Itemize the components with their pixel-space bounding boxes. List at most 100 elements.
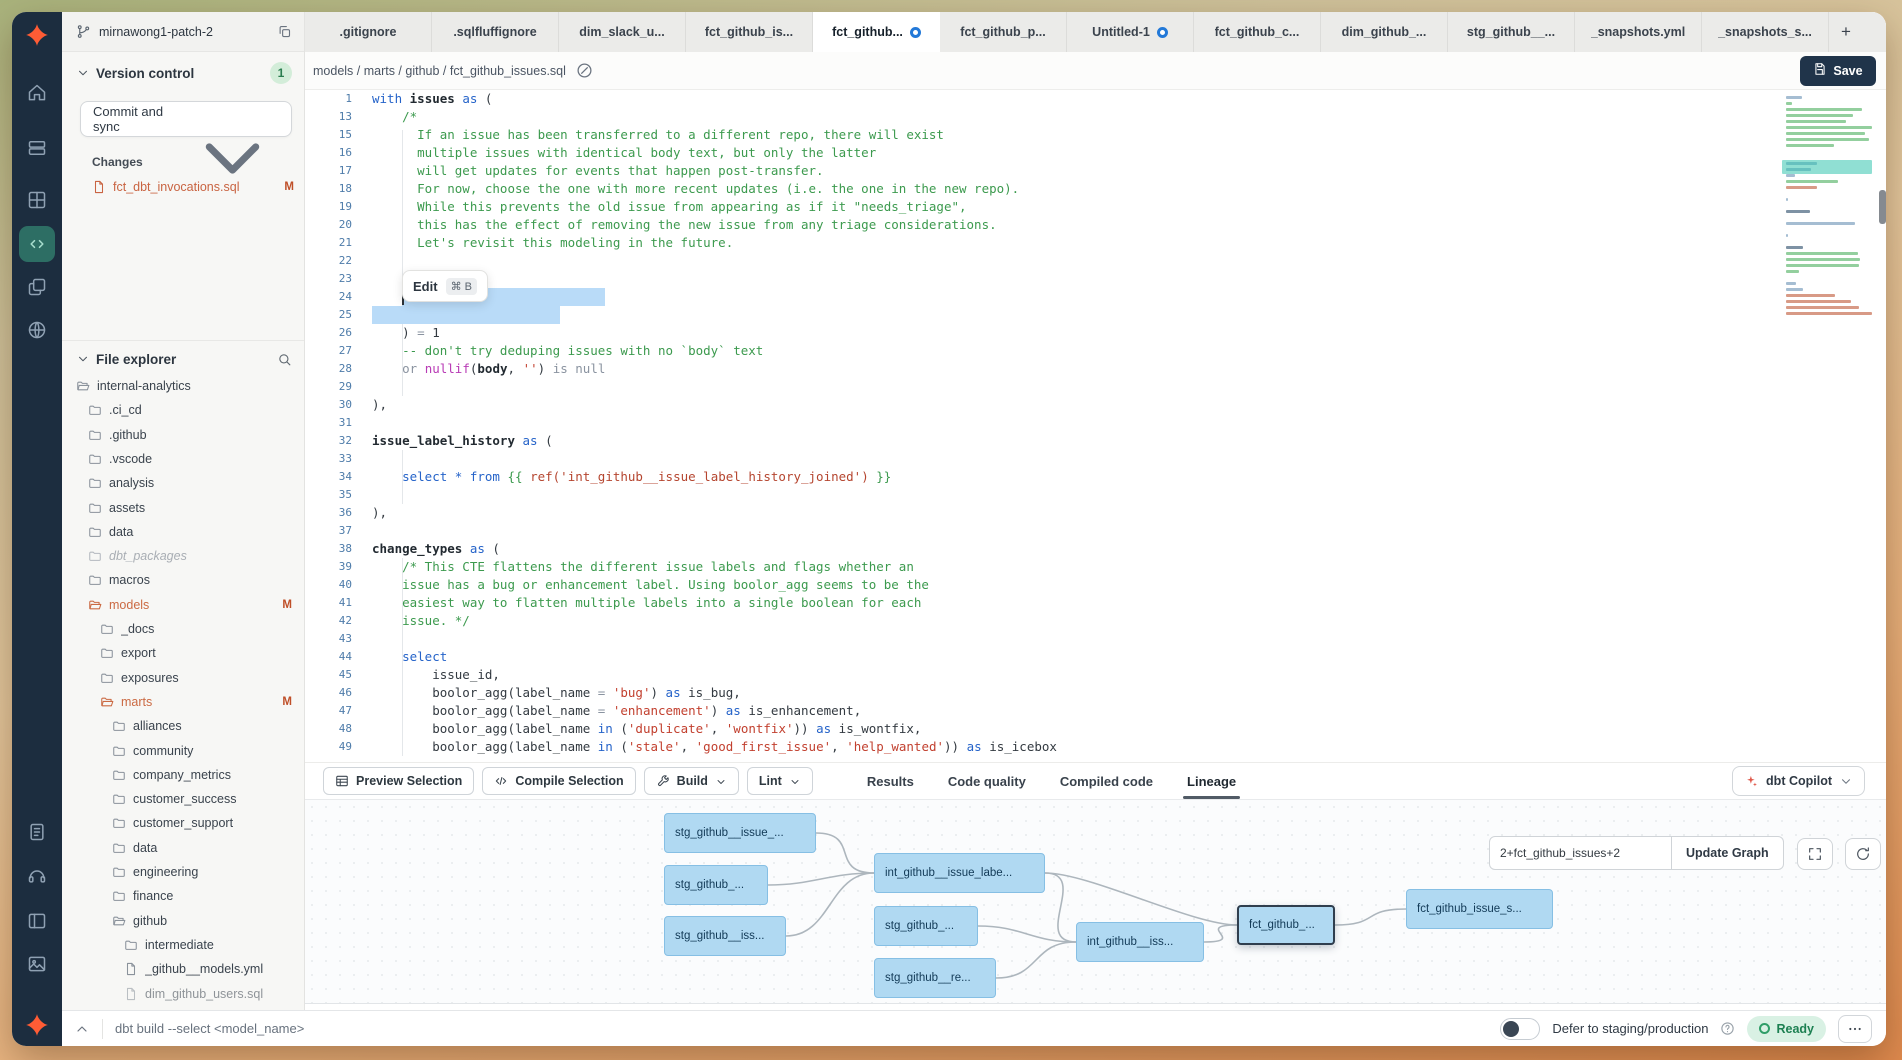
code-line-30[interactable]: 30), [305,396,1886,414]
tree-item-github[interactable]: github [62,909,304,933]
tree-item-.github[interactable]: .github [62,423,304,447]
lineage-node-stg_github_...[interactable]: stg_github_... [874,906,978,946]
tree-item-intermediate[interactable]: intermediate [62,933,304,957]
tab-fct_github_is...[interactable]: fct_github_is... [686,12,813,52]
code-line-21[interactable]: 21 Let's revisit this modeling in the fu… [305,234,1886,252]
tree-item-finance[interactable]: finance [62,884,304,908]
code-line-13[interactable]: 13 /* [305,108,1886,126]
image-icon[interactable] [27,954,47,974]
edit-tooltip[interactable]: Edit ⌘ B [402,270,488,302]
code-line-48[interactable]: 48 boolor_agg(label_name in ('duplicate'… [305,720,1886,738]
new-tab-button[interactable]: + [1829,12,1863,52]
tab-.sqlfluffignore[interactable]: .sqlfluffignore [432,12,559,52]
lineage-canvas[interactable]: Update Graph stg_github__issue_...stg_gi… [305,800,1886,1004]
commit-and-sync-button[interactable]: Commit and sync [80,101,292,137]
home-icon[interactable] [27,83,47,103]
tab-Untitled-1[interactable]: Untitled-1 [1067,12,1194,52]
panel-icon[interactable] [27,911,47,931]
code-line-36[interactable]: 36), [305,504,1886,522]
code-line-32[interactable]: 32issue_label_history as ( [305,432,1886,450]
code-editor-icon[interactable] [19,226,55,262]
dbt-copilot-button[interactable]: dbt Copilot [1732,766,1865,796]
branch-selector[interactable]: mirnawong1-patch-2 [62,12,304,52]
code-line-18[interactable]: 18 For now, choose the one with more rec… [305,180,1886,198]
defer-toggle[interactable] [1500,1018,1540,1040]
tree-item-.ci_cd[interactable]: .ci_cd [62,398,304,422]
preview-selection-button[interactable]: Preview Selection [323,767,474,795]
lineage-node-stg_github__iss...[interactable]: stg_github__iss... [664,916,786,956]
fullscreen-button[interactable] [1797,838,1833,870]
code-line-40[interactable]: 40 issue has a bug or enhancement label.… [305,576,1886,594]
more-options-button[interactable] [1838,1015,1872,1043]
code-line-22[interactable]: 22 [305,252,1886,270]
windows-icon[interactable] [27,277,47,297]
tree-item-exposures[interactable]: exposures [62,666,304,690]
archive-icon[interactable] [27,138,47,158]
save-button[interactable]: Save [1800,56,1876,86]
build-button[interactable]: Build [644,767,739,795]
compile-selection-button[interactable]: Compile Selection [482,767,635,795]
code-line-19[interactable]: 19 While this prevents the old issue fro… [305,198,1886,216]
code-line-41[interactable]: 41 easiest way to flatten multiple label… [305,594,1886,612]
tree-item-engineering[interactable]: engineering [62,860,304,884]
headset-icon[interactable] [27,866,47,886]
tab-fct_github_p...[interactable]: fct_github_p... [940,12,1067,52]
dbt-logo-icon[interactable] [24,22,50,48]
code-line-43[interactable]: 43 [305,630,1886,648]
globe-icon[interactable] [27,320,47,340]
lineage-node-stg_github__re...[interactable]: stg_github__re... [874,958,996,998]
code-line-45[interactable]: 45 issue_id, [305,666,1886,684]
lint-button[interactable]: Lint [747,767,813,795]
tab-dim_github_...[interactable]: dim_github_... [1321,12,1448,52]
tree-item-alliances[interactable]: alliances [62,714,304,738]
tree-item-data[interactable]: data [62,836,304,860]
tree-item-.vscode[interactable]: .vscode [62,447,304,471]
code-line-39[interactable]: 39 /* This CTE flattens the different is… [305,558,1886,576]
code-line-46[interactable]: 46 boolor_agg(label_name = 'bug') as is_… [305,684,1886,702]
code-line-49[interactable]: 49 boolor_agg(label_name in ('stale', 'g… [305,738,1886,756]
tree-item-customer_support[interactable]: customer_support [62,811,304,835]
code-line-26[interactable]: 26 ) = 1 [305,324,1886,342]
tab-.gitignore[interactable]: .gitignore [305,12,432,52]
tab-_snapshots_s...[interactable]: _snapshots_s... [1702,12,1829,52]
tree-item-internal-analytics[interactable]: internal-analytics [62,374,304,398]
tree-item-_docs[interactable]: _docs [62,617,304,641]
dbt-logo-small-icon[interactable] [24,1012,50,1038]
code-line-27[interactable]: 27 -- don't try deduping issues with no … [305,342,1886,360]
code-line-42[interactable]: 42 issue. */ [305,612,1886,630]
command-input[interactable]: dbt build --select <model_name> [115,1021,304,1036]
tab-compiled-code[interactable]: Compiled code [1060,763,1153,799]
code-line-1[interactable]: 1with issues as ( [305,90,1886,108]
tree-item-data[interactable]: data [62,520,304,544]
code-line-16[interactable]: 16 multiple issues with identical body t… [305,144,1886,162]
code-line-24[interactable]: 24 qualify row_number() over ( [305,288,1886,306]
tree-item-company_metrics[interactable]: company_metrics [62,763,304,787]
code-line-17[interactable]: 17 will get updates for events that happ… [305,162,1886,180]
code-line-29[interactable]: 29 [305,378,1886,396]
expand-command-bar-icon[interactable] [74,1021,90,1037]
grid-icon[interactable] [27,190,47,210]
lineage-node-stg_github_...[interactable]: stg_github_... [664,865,768,905]
code-line-31[interactable]: 31 [305,414,1886,432]
code-line-44[interactable]: 44 select [305,648,1886,666]
tab-lineage[interactable]: Lineage [1187,763,1236,799]
lineage-node-int_github__issue_labe...[interactable]: int_github__issue_labe... [874,853,1045,893]
version-control-header[interactable]: Version control 1 [76,60,292,86]
changed-file-row[interactable]: fct_dbt_invocations.sql M [92,176,294,198]
lineage-node-stg_github__issue_...[interactable]: stg_github__issue_... [664,813,816,853]
search-icon[interactable] [277,352,292,367]
copy-icon[interactable] [277,24,292,39]
view-docs-icon[interactable] [576,62,593,79]
tab-dim_slack_u...[interactable]: dim_slack_u... [559,12,686,52]
tab-fct_github...[interactable]: fct_github... [813,12,940,52]
code-line-38[interactable]: 38change_types as ( [305,540,1886,558]
tree-item-analysis[interactable]: analysis [62,471,304,495]
tree-item-community[interactable]: community [62,739,304,763]
code-line-20[interactable]: 20 this has the effect of removing the n… [305,216,1886,234]
tree-item-export[interactable]: export [62,641,304,665]
tab-code-quality[interactable]: Code quality [948,763,1026,799]
code-line-35[interactable]: 35 [305,486,1886,504]
code-line-15[interactable]: 15 If an issue has been transferred to a… [305,126,1886,144]
tab-_snapshots.yml[interactable]: _snapshots.yml [1575,12,1702,52]
help-icon[interactable] [1720,1021,1735,1036]
